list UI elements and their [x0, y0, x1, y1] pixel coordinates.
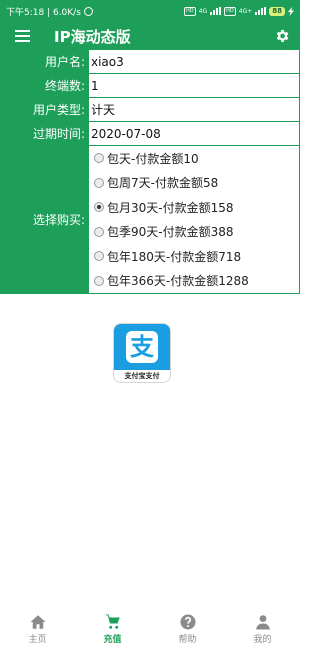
status-bar: 下午5:18 | 6.0K/s HD 4G HD 4G+ 88: [0, 0, 300, 22]
hd-icon-2: HD: [224, 6, 236, 16]
charging-icon: [288, 6, 294, 16]
purchase-option-day[interactable]: 包天-付款金额10: [89, 146, 199, 171]
gear-icon[interactable]: [264, 22, 300, 50]
status-time-speed: 下午5:18 | 6.0K/s: [6, 7, 81, 18]
username-value: xiao3: [88, 50, 300, 73]
alipay-glyph: 支: [126, 331, 158, 363]
user-type-row: 用户类型: 计天: [0, 98, 300, 122]
account-form: 用户名: xiao3 终端数: 1 用户类型: 计天 过期时间: 2020-07…: [0, 50, 300, 294]
hd-icon: HD: [184, 6, 196, 16]
tab-label: 我的: [253, 634, 272, 645]
purchase-options: 包天-付款金额10 包周7天-付款金额58 包月30天-付款金额158 包季90…: [88, 146, 300, 293]
help-icon: [180, 614, 195, 629]
purchase-option-quarter[interactable]: 包季90天-付款金额388: [89, 220, 234, 245]
purchase-option-month[interactable]: 包月30天-付款金额158: [89, 195, 234, 220]
user-type-value: 计天: [88, 98, 300, 121]
purchase-label: 选择购买:: [0, 146, 88, 293]
expiry-row: 过期时间: 2020-07-08: [0, 122, 300, 146]
signal-icon-2: [255, 7, 267, 15]
tab-label: 主页: [28, 634, 47, 645]
radio-button[interactable]: [94, 153, 104, 164]
username-label: 用户名:: [0, 50, 88, 73]
purchase-option-half-year[interactable]: 包年180天-付款金额718: [89, 244, 241, 269]
purchase-row: 选择购买: 包天-付款金额10 包周7天-付款金额58 包月30天-付款金额15…: [0, 146, 300, 294]
network-label-2: 4G+: [238, 7, 253, 15]
battery-indicator: 88: [269, 6, 285, 16]
cart-icon: [105, 614, 120, 629]
bottom-tab-bar: 主页 充值 帮助 我的: [0, 607, 300, 650]
option-label: 包季90天-付款金额388: [107, 225, 234, 240]
option-label: 包年180天-付款金额718: [107, 249, 242, 264]
alarm-icon: [83, 6, 93, 16]
signal-icon: [210, 7, 222, 15]
tab-label: 帮助: [178, 634, 197, 645]
app-bar: IP海动态版: [0, 22, 300, 50]
expiry-value: 2020-07-08: [88, 122, 300, 145]
radio-button[interactable]: [94, 251, 104, 262]
page-title: IP海动态版: [54, 27, 131, 46]
radio-button-selected[interactable]: [94, 202, 104, 213]
tab-me[interactable]: 我的: [225, 607, 300, 650]
option-label: 包年366天-付款金额1288: [107, 274, 249, 289]
alipay-icon: 支: [114, 324, 170, 370]
tab-recharge[interactable]: 充值: [75, 607, 150, 650]
home-icon: [30, 614, 45, 629]
expiry-label: 过期时间:: [0, 122, 88, 145]
radio-button[interactable]: [94, 226, 104, 237]
purchase-option-year[interactable]: 包年366天-付款金额1288: [89, 269, 249, 294]
tab-label: 充值: [103, 634, 122, 645]
terminals-label: 终端数:: [0, 74, 88, 97]
alipay-caption: 支付宝支付: [124, 372, 160, 380]
tab-home[interactable]: 主页: [0, 607, 75, 650]
terminals-value: 1: [88, 74, 300, 97]
purchase-option-week[interactable]: 包周7天-付款金额58: [89, 171, 218, 196]
network-label-1: 4G: [198, 7, 208, 15]
person-icon: [255, 614, 270, 629]
hamburger-menu-icon[interactable]: [0, 22, 44, 50]
terminals-row: 终端数: 1: [0, 74, 300, 98]
option-label: 包月30天-付款金额158: [107, 200, 234, 215]
option-label: 包天-付款金额10: [107, 151, 199, 166]
user-type-label: 用户类型:: [0, 98, 88, 121]
alipay-button[interactable]: 支 支付宝支付: [113, 323, 171, 383]
radio-button[interactable]: [94, 177, 104, 188]
radio-button[interactable]: [94, 275, 104, 286]
option-label: 包周7天-付款金额58: [107, 176, 219, 191]
tab-help[interactable]: 帮助: [150, 607, 225, 650]
username-row: 用户名: xiao3: [0, 50, 300, 74]
